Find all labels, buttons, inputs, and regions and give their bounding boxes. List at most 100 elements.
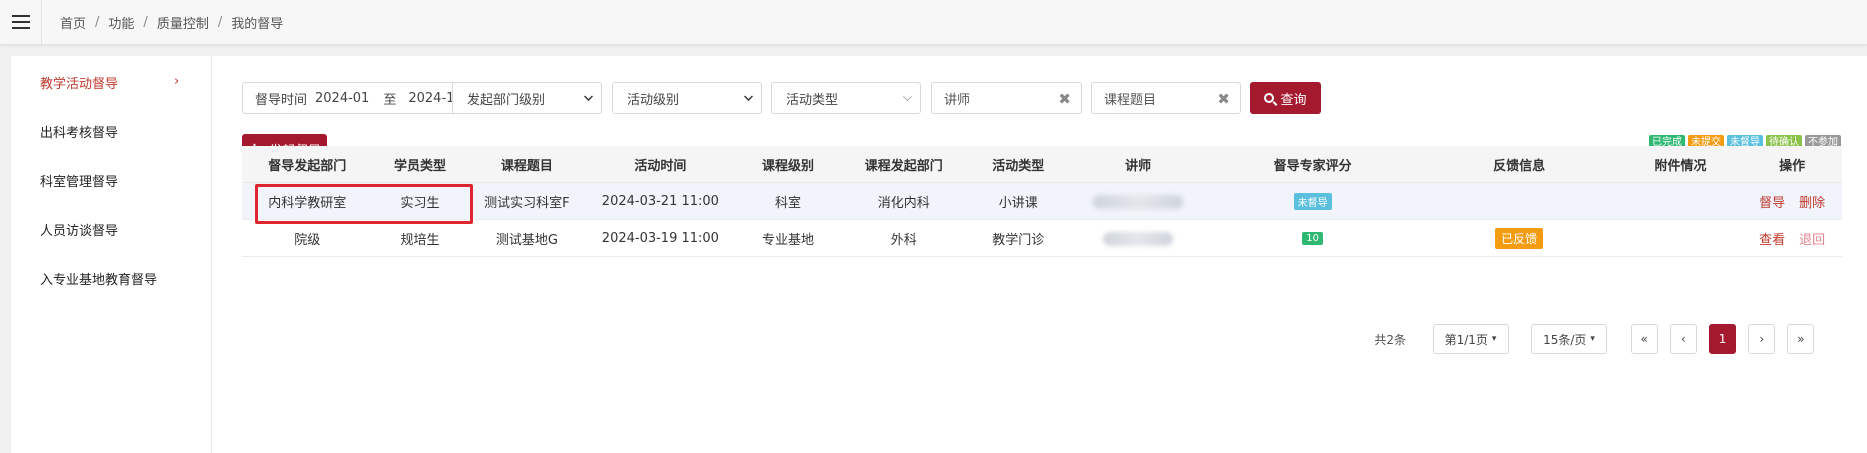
column-header: 学员类型 [394, 159, 447, 174]
cell-activity-type: 教学门诊 [992, 233, 1045, 248]
table-row[interactable]: 内科学教研室 实习生 测试实习科室F 2024-03-21 11:00 科室 消… [242, 183, 1842, 220]
teacher-placeholder: 讲师 [944, 92, 971, 108]
date-range-label: 督导时间 [255, 92, 308, 108]
page-select[interactable]: 第1/1页 ▾ [1432, 324, 1509, 354]
return-link[interactable]: 退回 [1799, 229, 1825, 248]
cell-dept: 内科学教研室 [268, 196, 347, 211]
course-title-placeholder: 课程题目 [1104, 92, 1157, 108]
dept-level-select[interactable]: 发起部门级别 [452, 82, 602, 114]
sidebar: 教学活动督导 › 出科考核督导 科室管理督导 人员访谈督导 入专业基地教育督导 [11, 56, 212, 453]
pagination: 共2条 第1/1页 ▾ 15条/页 ▾ « ‹ 1 › » [242, 324, 1842, 354]
sidebar-item-label: 出科考核督导 [40, 126, 119, 141]
cell-feedback [1419, 183, 1618, 220]
cell-course: 测试基地G [495, 233, 558, 248]
breadcrumb-separator: / [217, 14, 223, 30]
prev-page-button[interactable]: ‹ [1669, 324, 1697, 354]
activity-type-select[interactable]: 活动类型 [771, 82, 921, 114]
column-header: 操作 [1779, 159, 1806, 174]
table-row[interactable]: 院级 规培生 测试基地G 2024-03-19 11:00 专业基地 外科 教学… [242, 220, 1842, 257]
cell-origin-dept: 外科 [890, 233, 917, 248]
chevron-down-icon [584, 92, 593, 101]
table-header: 督导发起部门 学员类型 课程题目 活动时间 课程级别 课程发起部门 活动类型 讲… [242, 146, 1842, 183]
total-count: 共2条 [1374, 332, 1406, 347]
cell-origin-dept: 消化内科 [877, 196, 930, 211]
column-header: 督导专家评分 [1273, 159, 1352, 174]
chevron-down-icon: ▾ [1491, 334, 1497, 344]
sidebar-item-label: 教学活动督导 [40, 77, 119, 92]
cell-score: 10 [1206, 220, 1420, 257]
next-page-button[interactable]: › [1748, 324, 1776, 354]
date-from-value: 2024-01 [315, 90, 370, 106]
sidebar-item-department-management[interactable]: 科室管理督导 [11, 156, 211, 205]
course-title-input[interactable]: 课程题目 ✖ [1091, 82, 1241, 114]
main-panel: 教学活动督导 › 出科考核督导 科室管理督导 人员访谈督导 入专业基地教育督导 … [11, 56, 1867, 453]
last-page-button[interactable]: » [1787, 324, 1815, 354]
cell-activity-type: 小讲课 [998, 196, 1038, 211]
cell-actions: 督导 删除 [1742, 183, 1842, 220]
column-header: 督导发起部门 [268, 159, 347, 174]
column-header: 反馈信息 [1493, 159, 1546, 174]
chevron-right-icon: › [174, 74, 180, 89]
sidebar-item-rotation-exam[interactable]: 出科考核督导 [11, 107, 211, 156]
column-header: 讲师 [1125, 159, 1152, 174]
score-badge: 10 [1302, 232, 1323, 245]
chevron-down-icon [903, 92, 912, 101]
activity-type-value: 活动类型 [786, 92, 839, 108]
breadcrumb-my-supervision: 我的督导 [231, 16, 284, 32]
delete-link[interactable]: 删除 [1799, 192, 1825, 211]
column-header: 活动类型 [992, 159, 1045, 174]
page-size-select[interactable]: 15条/页 ▾ [1531, 324, 1608, 354]
first-page-button[interactable]: « [1630, 324, 1658, 354]
view-link[interactable]: 查看 [1759, 229, 1785, 248]
chevron-down-icon [744, 92, 753, 101]
hamburger-icon [11, 15, 30, 29]
query-button[interactable]: 查询 [1250, 82, 1321, 114]
feedback-badge: 已反馈 [1495, 228, 1544, 249]
top-bar: 首页 / 功能 / 质量控制 / 我的督导 [0, 0, 1867, 45]
cell-actions: 查看 退回 [1742, 220, 1842, 257]
cell-student-type: 实习生 [400, 196, 440, 211]
column-header: 课程题目 [500, 159, 553, 174]
page-size-value: 15条/页 [1543, 332, 1587, 347]
cell-attachment [1619, 183, 1742, 220]
breadcrumb-quality-control[interactable]: 质量控制 [157, 13, 209, 32]
cell-teacher-redacted [1070, 220, 1205, 257]
menu-toggle-button[interactable] [0, 0, 42, 45]
cell-time: 2024-03-21 11:00 [601, 194, 719, 209]
sidebar-item-interview[interactable]: 人员访谈督导 [11, 205, 211, 254]
cell-score: 未督导 [1206, 183, 1420, 220]
breadcrumb-separator: / [95, 14, 100, 30]
breadcrumb: 首页 / 功能 / 质量控制 / 我的督导 [60, 13, 283, 32]
activity-level-value: 活动级别 [627, 92, 680, 108]
cell-level: 科室 [774, 196, 801, 211]
cell-dept: 院级 [294, 233, 321, 248]
cell-time: 2024-03-19 11:00 [601, 231, 719, 246]
cell-feedback: 已反馈 [1419, 220, 1618, 257]
sidebar-item-label: 入专业基地教育督导 [40, 273, 158, 288]
column-header: 活动时间 [634, 159, 687, 174]
cell-course: 测试实习科室F [484, 196, 570, 211]
clear-icon[interactable]: ✖ [1058, 90, 1071, 108]
cell-attachment [1619, 220, 1742, 257]
page-1-button[interactable]: 1 [1709, 324, 1737, 354]
query-button-label: 查询 [1280, 92, 1307, 108]
activity-level-select[interactable]: 活动级别 [612, 82, 762, 114]
breadcrumb-separator: / [143, 14, 148, 30]
dept-level-value: 发起部门级别 [467, 92, 546, 108]
date-separator: 至 [383, 92, 397, 108]
column-header: 课程级别 [761, 159, 814, 174]
breadcrumb-function[interactable]: 功能 [108, 13, 134, 32]
teacher-input[interactable]: 讲师 ✖ [931, 82, 1082, 114]
clear-icon[interactable]: ✖ [1217, 90, 1230, 108]
column-header: 课程发起部门 [864, 159, 943, 174]
filter-bar: 督导时间 2024-01 至 2024-12 发起部门级别 活动级别 活动类型 … [242, 82, 1842, 114]
cell-student-type: 规培生 [400, 233, 440, 248]
page-select-value: 第1/1页 [1444, 332, 1488, 347]
column-header: 附件情况 [1654, 159, 1707, 174]
supervise-link[interactable]: 督导 [1759, 192, 1785, 211]
cell-level: 专业基地 [761, 233, 814, 248]
breadcrumb-home[interactable]: 首页 [60, 13, 86, 32]
sidebar-item-teaching-activity[interactable]: 教学活动督导 › [11, 58, 211, 107]
sidebar-item-label: 人员访谈督导 [40, 224, 119, 239]
sidebar-item-base-education[interactable]: 入专业基地教育督导 [11, 254, 211, 303]
